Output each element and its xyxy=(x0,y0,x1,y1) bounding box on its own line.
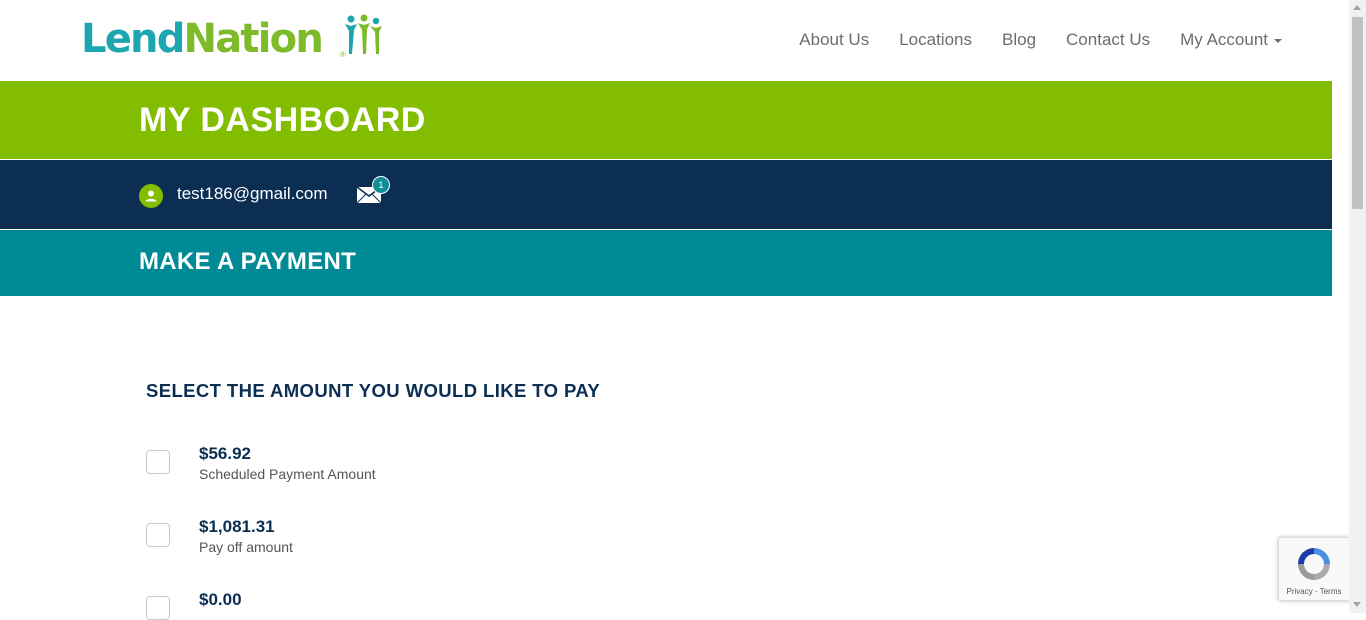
option-amount: $1,081.31 xyxy=(199,517,275,536)
caret-down-icon xyxy=(1274,38,1282,43)
option-amount: $0.00 xyxy=(199,590,242,609)
messages-button[interactable]: 1 xyxy=(356,176,392,210)
user-bar: test186@gmail.com 1 xyxy=(0,160,1332,229)
user-email: test186@gmail.com xyxy=(177,184,328,203)
nav-about-us[interactable]: About Us xyxy=(799,30,869,50)
scroll-down-arrow-icon[interactable] xyxy=(1353,602,1361,607)
nav-my-account-label: My Account xyxy=(1180,30,1268,49)
site-header: LendNation ® About Us Locations Blog Con… xyxy=(0,0,1332,81)
scrollbar-thumb[interactable] xyxy=(1352,17,1363,209)
section-title: MAKE A PAYMENT xyxy=(139,248,357,275)
option-label: Scheduled Payment Amount xyxy=(199,466,376,482)
option-amount: $56.92 xyxy=(199,444,251,463)
user-icon xyxy=(139,184,163,208)
logo-people-icon xyxy=(345,14,382,54)
main-nav: About Us Locations Blog Contact Us My Ac… xyxy=(769,30,1282,50)
option-checkbox[interactable] xyxy=(146,596,170,620)
message-count-badge: 1 xyxy=(372,176,390,194)
dashboard-banner: MY DASHBOARD xyxy=(0,81,1332,159)
payment-banner: MAKE A PAYMENT xyxy=(0,230,1332,296)
nav-my-account[interactable]: My Account xyxy=(1180,30,1282,50)
nav-locations[interactable]: Locations xyxy=(899,30,972,50)
recaptcha-badge[interactable]: Privacy - Terms xyxy=(1279,538,1349,600)
page-title: MY DASHBOARD xyxy=(139,101,426,139)
scroll-up-arrow-icon[interactable] xyxy=(1353,5,1361,10)
option-label: Pay off amount xyxy=(199,539,293,555)
recaptcha-icon xyxy=(1298,548,1330,580)
logo-text-nation: Nation xyxy=(183,16,324,62)
logo-text-lend: Lend xyxy=(81,16,185,62)
option-checkbox[interactable] xyxy=(146,450,170,474)
nav-contact-us[interactable]: Contact Us xyxy=(1066,30,1150,50)
amount-heading: SELECT THE AMOUNT YOU WOULD LIKE TO PAY xyxy=(146,380,601,401)
recaptcha-terms-link[interactable]: Privacy - Terms xyxy=(1279,587,1349,596)
option-checkbox[interactable] xyxy=(146,523,170,547)
nav-blog[interactable]: Blog xyxy=(1002,30,1036,50)
page-scrollbar[interactable] xyxy=(1349,0,1366,613)
lendnation-logo[interactable]: LendNation ® xyxy=(81,10,382,62)
